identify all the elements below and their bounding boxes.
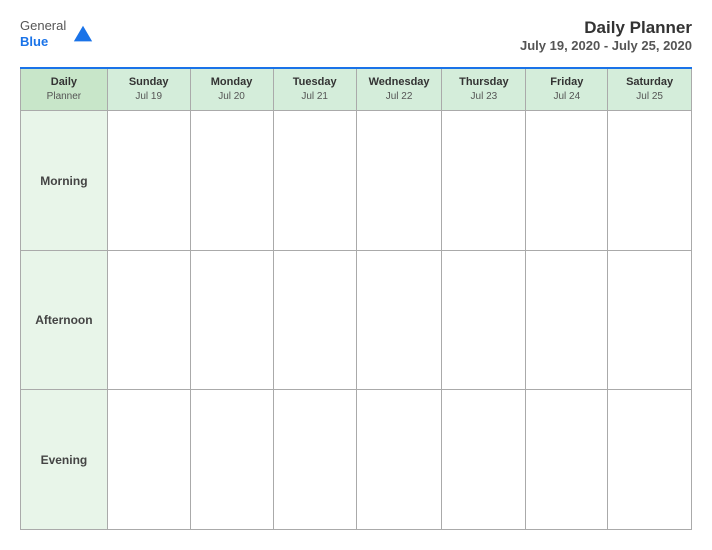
cell-afternoon-1[interactable]	[190, 250, 273, 390]
cell-afternoon-6[interactable]	[608, 250, 692, 390]
table-row-morning: Morning	[21, 111, 692, 251]
header-col-3: WednesdayJul 22	[356, 68, 442, 111]
cell-evening-4[interactable]	[442, 390, 526, 530]
cell-afternoon-3[interactable]	[356, 250, 442, 390]
title-area: Daily Planner July 19, 2020 - July 25, 2…	[520, 18, 692, 53]
logo-icon	[72, 23, 94, 45]
table-row-evening: Evening	[21, 390, 692, 530]
table-row-afternoon: Afternoon	[21, 250, 692, 390]
logo-general: General	[20, 18, 66, 34]
cell-afternoon-2[interactable]	[273, 250, 356, 390]
page: General Blue Daily Planner July 19, 2020…	[0, 0, 712, 550]
cell-afternoon-5[interactable]	[526, 250, 608, 390]
table-header-row: Daily Planner SundayJul 19MondayJul 20Tu…	[21, 68, 692, 111]
cell-afternoon-0[interactable]	[107, 250, 190, 390]
header-col-5: FridayJul 24	[526, 68, 608, 111]
planner-table: Daily Planner SundayJul 19MondayJul 20Tu…	[20, 67, 692, 530]
cell-evening-3[interactable]	[356, 390, 442, 530]
cell-evening-6[interactable]	[608, 390, 692, 530]
cell-morning-0[interactable]	[107, 111, 190, 251]
header-col-4: ThursdayJul 23	[442, 68, 526, 111]
logo-text: General Blue	[20, 18, 66, 49]
cell-morning-5[interactable]	[526, 111, 608, 251]
row-label-morning: Morning	[21, 111, 108, 251]
title-date: July 19, 2020 - July 25, 2020	[520, 38, 692, 53]
first-col-header: Daily Planner	[21, 68, 108, 111]
cell-evening-1[interactable]	[190, 390, 273, 530]
header-col-2: TuesdayJul 21	[273, 68, 356, 111]
cell-morning-2[interactable]	[273, 111, 356, 251]
cell-morning-6[interactable]	[608, 111, 692, 251]
header-col-0: SundayJul 19	[107, 68, 190, 111]
cell-evening-2[interactable]	[273, 390, 356, 530]
first-col-line2: Planner	[25, 90, 103, 104]
row-label-afternoon: Afternoon	[21, 250, 108, 390]
cell-morning-1[interactable]	[190, 111, 273, 251]
row-label-evening: Evening	[21, 390, 108, 530]
header: General Blue Daily Planner July 19, 2020…	[20, 18, 692, 53]
cell-evening-5[interactable]	[526, 390, 608, 530]
cell-afternoon-4[interactable]	[442, 250, 526, 390]
logo-blue: Blue	[20, 34, 66, 50]
cell-morning-4[interactable]	[442, 111, 526, 251]
cell-morning-3[interactable]	[356, 111, 442, 251]
cell-evening-0[interactable]	[107, 390, 190, 530]
title-main: Daily Planner	[520, 18, 692, 38]
header-col-1: MondayJul 20	[190, 68, 273, 111]
logo-area: General Blue	[20, 18, 94, 49]
header-col-6: SaturdayJul 25	[608, 68, 692, 111]
first-col-line1: Daily	[25, 75, 103, 90]
